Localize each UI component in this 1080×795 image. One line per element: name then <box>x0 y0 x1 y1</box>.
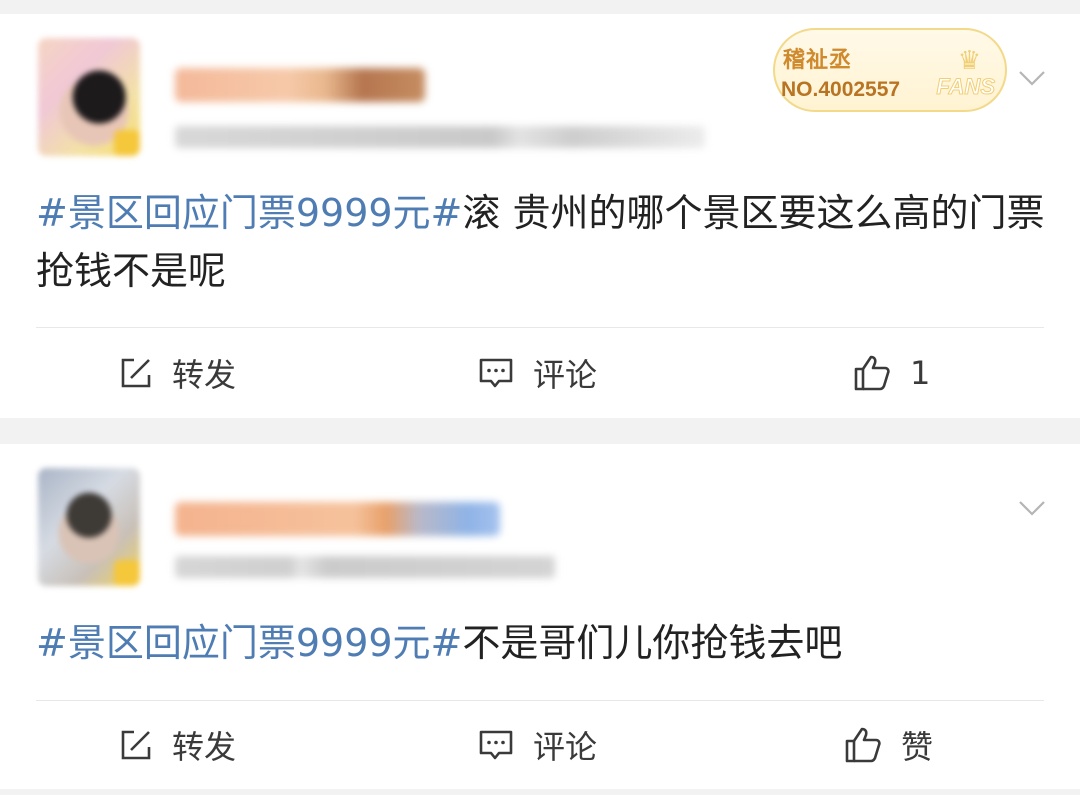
chevron-down-icon[interactable] <box>1018 68 1046 88</box>
comment-button[interactable]: 评论 <box>477 328 597 418</box>
thumbs-up-icon <box>854 355 890 391</box>
fans-badge-label: FANS <box>936 74 996 100</box>
crown-icon: ♛ <box>957 46 981 76</box>
fans-badge-number: NO.4002557 <box>781 78 901 101</box>
avatar[interactable] <box>38 38 140 156</box>
post-text: #景区回应门票9999元#不是哥们儿你抢钱去吧 <box>36 614 1046 672</box>
share-edit-icon <box>121 358 151 388</box>
repost-button[interactable]: 转发 <box>118 328 236 418</box>
like-button[interactable]: 赞 <box>843 700 933 790</box>
post-card: #景区回应门票9999元#不是哥们儿你抢钱去吧 转发 评论 赞 <box>0 444 1080 789</box>
like-button[interactable]: 1 <box>852 328 930 418</box>
repost-label: 转发 <box>172 356 237 394</box>
vip-badge-icon <box>114 560 140 586</box>
topic-link[interactable]: #景区回应门票9999元# <box>36 191 462 235</box>
vip-badge-icon <box>114 130 140 156</box>
post-card: 稽祉丞 ♛ NO.4002557 FANS #景区回应门票9999元#滚 贵州的… <box>0 14 1080 418</box>
post-meta-blurred <box>175 556 555 578</box>
like-count: 1 <box>910 354 931 392</box>
chevron-down-icon[interactable] <box>1018 498 1046 518</box>
fans-badge-name: 稽祉丞 <box>783 48 853 73</box>
avatar[interactable] <box>38 468 140 586</box>
share-edit-icon <box>121 730 151 760</box>
post-meta-blurred <box>175 126 705 148</box>
comment-button[interactable]: 评论 <box>477 700 597 790</box>
comment-bubble-icon <box>479 358 513 388</box>
topic-link[interactable]: #景区回应门票9999元# <box>36 621 462 665</box>
repost-label: 转发 <box>172 728 237 766</box>
username-blurred[interactable] <box>175 502 500 536</box>
action-bar: 转发 评论 1 <box>0 328 1080 418</box>
comment-label: 评论 <box>533 356 598 394</box>
action-bar: 转发 评论 赞 <box>0 700 1080 790</box>
post-body: 不是哥们儿你抢钱去吧 <box>462 621 843 665</box>
post-text: #景区回应门票9999元#滚 贵州的哪个景区要这么高的门票 抢钱不是呢 <box>36 184 1046 300</box>
comment-bubble-icon <box>479 730 513 760</box>
repost-button[interactable]: 转发 <box>118 700 236 790</box>
username-blurred[interactable] <box>175 68 425 102</box>
fans-badge[interactable]: 稽祉丞 ♛ NO.4002557 FANS <box>773 28 1007 112</box>
comment-label: 评论 <box>533 728 598 766</box>
like-label: 赞 <box>901 728 934 766</box>
thumbs-up-icon <box>845 727 881 763</box>
